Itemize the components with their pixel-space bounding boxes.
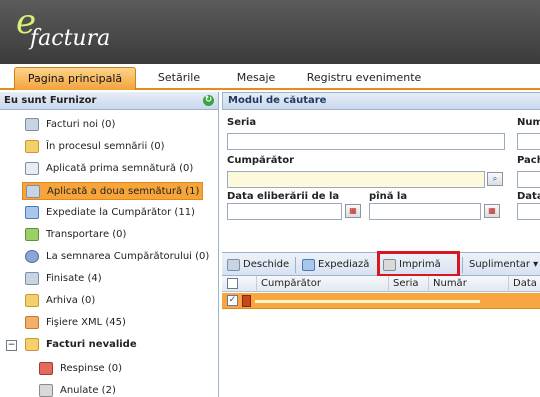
- send-icon: [302, 259, 315, 271]
- search-lookup-icon[interactable]: ⌕: [487, 172, 503, 186]
- sidebar-item-anulate[interactable]: Anulate (2): [36, 382, 119, 397]
- document-icon: [25, 118, 39, 131]
- refresh-icon[interactable]: ↻: [203, 95, 214, 106]
- logo-text: factura: [30, 26, 111, 51]
- sidebar-item-label: Anulate (2): [60, 385, 116, 396]
- sidebar-item-prima-semnatura[interactable]: Aplicată prima semnătură (0): [22, 160, 196, 178]
- gear-icon: [25, 250, 39, 263]
- truck-icon: [25, 228, 39, 241]
- sidebar-item-transportare[interactable]: Transportare (0): [22, 226, 129, 244]
- row-checkbox[interactable]: ✓: [227, 295, 238, 306]
- data-right-label: Data: [517, 191, 540, 202]
- deschide-label: Deschide: [243, 259, 290, 270]
- grid-header: Cumpărător Seria Număr Data: [222, 276, 540, 292]
- folder-icon: [25, 338, 39, 351]
- date-from-input[interactable]: [227, 203, 342, 220]
- sidebar-item-facturi-noi[interactable]: Facturi noi (0): [22, 116, 118, 134]
- document-icon: [25, 272, 39, 285]
- sidebar-item-fisiere-xml[interactable]: Fişiere XML (45): [22, 314, 129, 332]
- open-document-icon: [227, 259, 240, 271]
- sidebar-item-label: Facturi nevalide: [46, 339, 137, 350]
- cumparator-label: Cumpărător: [227, 155, 295, 166]
- sidebar-item-respinse[interactable]: Respinse (0): [36, 360, 125, 378]
- column-seria[interactable]: Seria: [388, 276, 428, 292]
- calendar-to-icon[interactable]: ▦: [484, 204, 500, 218]
- sidebar-item-la-semnarea-cumparatorului[interactable]: La semnarea Cumpărătorului (0): [22, 248, 212, 266]
- sidebar-item-label: Finisate (4): [46, 273, 102, 284]
- column-data[interactable]: Data: [508, 276, 540, 292]
- pachet-input[interactable]: [517, 171, 540, 188]
- grid-toolbar: Deschide Expediază Imprimă Suplimentar ▾: [222, 251, 540, 277]
- main-panel: Modul de căutare Seria Num Cumpărător Pa…: [222, 92, 540, 397]
- sidebar-item-label: În procesul semnării (0): [46, 141, 165, 152]
- pachet-label: Pach: [517, 155, 540, 166]
- sidebar-item-facturi-nevalide[interactable]: Facturi nevalide: [22, 336, 140, 354]
- numar-input[interactable]: [517, 133, 540, 150]
- row-content-placeholder: [255, 300, 480, 303]
- column-numar[interactable]: Număr: [428, 276, 508, 292]
- sidebar-item-expediate[interactable]: Expediate la Cumpărător (11): [22, 204, 198, 222]
- collapse-toggle[interactable]: −: [6, 340, 17, 351]
- signature-icon: [25, 162, 39, 175]
- document-icon: [26, 185, 40, 198]
- seria-label: Seria: [227, 117, 257, 128]
- seria-input[interactable]: [227, 133, 505, 150]
- sidebar-item-label: Expediate la Cumpărător (11): [46, 207, 195, 218]
- tab-pagina-principala[interactable]: Pagina principală: [14, 67, 136, 90]
- data-eliberarii-label: Data eliberării de la: [227, 191, 340, 202]
- sidebar-item-in-procesul-semnarii[interactable]: În procesul semnării (0): [22, 138, 168, 156]
- cumparator-input[interactable]: [227, 171, 485, 188]
- reject-icon: [39, 362, 53, 375]
- toolbar-divider: [295, 257, 296, 273]
- main-menu: Pagina principală Setările Mesaje Regist…: [0, 64, 540, 90]
- expediaza-label: Expediază: [318, 259, 370, 270]
- sidebar-item-label: Aplicată prima semnătură (0): [46, 163, 194, 174]
- tab-registru-evenimente[interactable]: Registru evenimente: [300, 67, 428, 90]
- sidebar-item-label: Respinse (0): [60, 363, 123, 374]
- app-header: e factura: [0, 0, 540, 64]
- table-row[interactable]: ✓: [222, 293, 540, 309]
- expediaza-button[interactable]: Expediază: [300, 256, 373, 274]
- sidebar-item-label: Arhiva (0): [46, 295, 96, 306]
- search-panel-header: Modul de căutare: [222, 92, 540, 110]
- suplimentar-menu[interactable]: Suplimentar ▾: [465, 256, 540, 274]
- pina-la-label: pînă la: [369, 191, 408, 202]
- date-to-input[interactable]: [369, 203, 481, 220]
- sidebar-item-arhiva[interactable]: Arhiva (0): [22, 292, 98, 310]
- sidebar-item-label: Facturi noi (0): [46, 119, 116, 130]
- select-all-checkbox[interactable]: [227, 278, 238, 289]
- sidebar-item-finisate[interactable]: Finisate (4): [22, 270, 105, 288]
- sidebar: Eu sunt Furnizor ↻ Facturi noi (0) În pr…: [0, 92, 219, 397]
- send-icon: [25, 206, 39, 219]
- xml-icon: [25, 316, 39, 329]
- tab-setarile[interactable]: Setările: [148, 67, 210, 90]
- deschide-button[interactable]: Deschide: [225, 256, 293, 274]
- sidebar-header: Eu sunt Furnizor ↻: [0, 92, 218, 110]
- sidebar-item-a-doua-semnatura[interactable]: Aplicată a doua semnătură (1): [22, 182, 204, 200]
- sidebar-title: Eu sunt Furnizor: [4, 95, 97, 106]
- column-cumparator[interactable]: Cumpărător: [256, 276, 388, 292]
- sidebar-item-label: Transportare (0): [46, 229, 127, 240]
- tab-mesaje[interactable]: Mesaje: [228, 67, 284, 90]
- folder-icon: [25, 294, 39, 307]
- calendar-from-icon[interactable]: ▦: [345, 204, 361, 218]
- cancel-icon: [39, 384, 53, 397]
- data-right-input[interactable]: [517, 203, 540, 220]
- toolbar-divider: [462, 257, 463, 273]
- folder-icon: [25, 140, 39, 153]
- highlight-box: [377, 251, 460, 277]
- sidebar-item-label: Aplicată a doua semnătură (1): [47, 186, 200, 197]
- numar-label: Num: [517, 117, 540, 128]
- sidebar-item-label: Fişiere XML (45): [46, 317, 126, 328]
- invoice-icon: [242, 295, 251, 307]
- sidebar-item-label: La semnarea Cumpărătorului (0): [46, 251, 210, 262]
